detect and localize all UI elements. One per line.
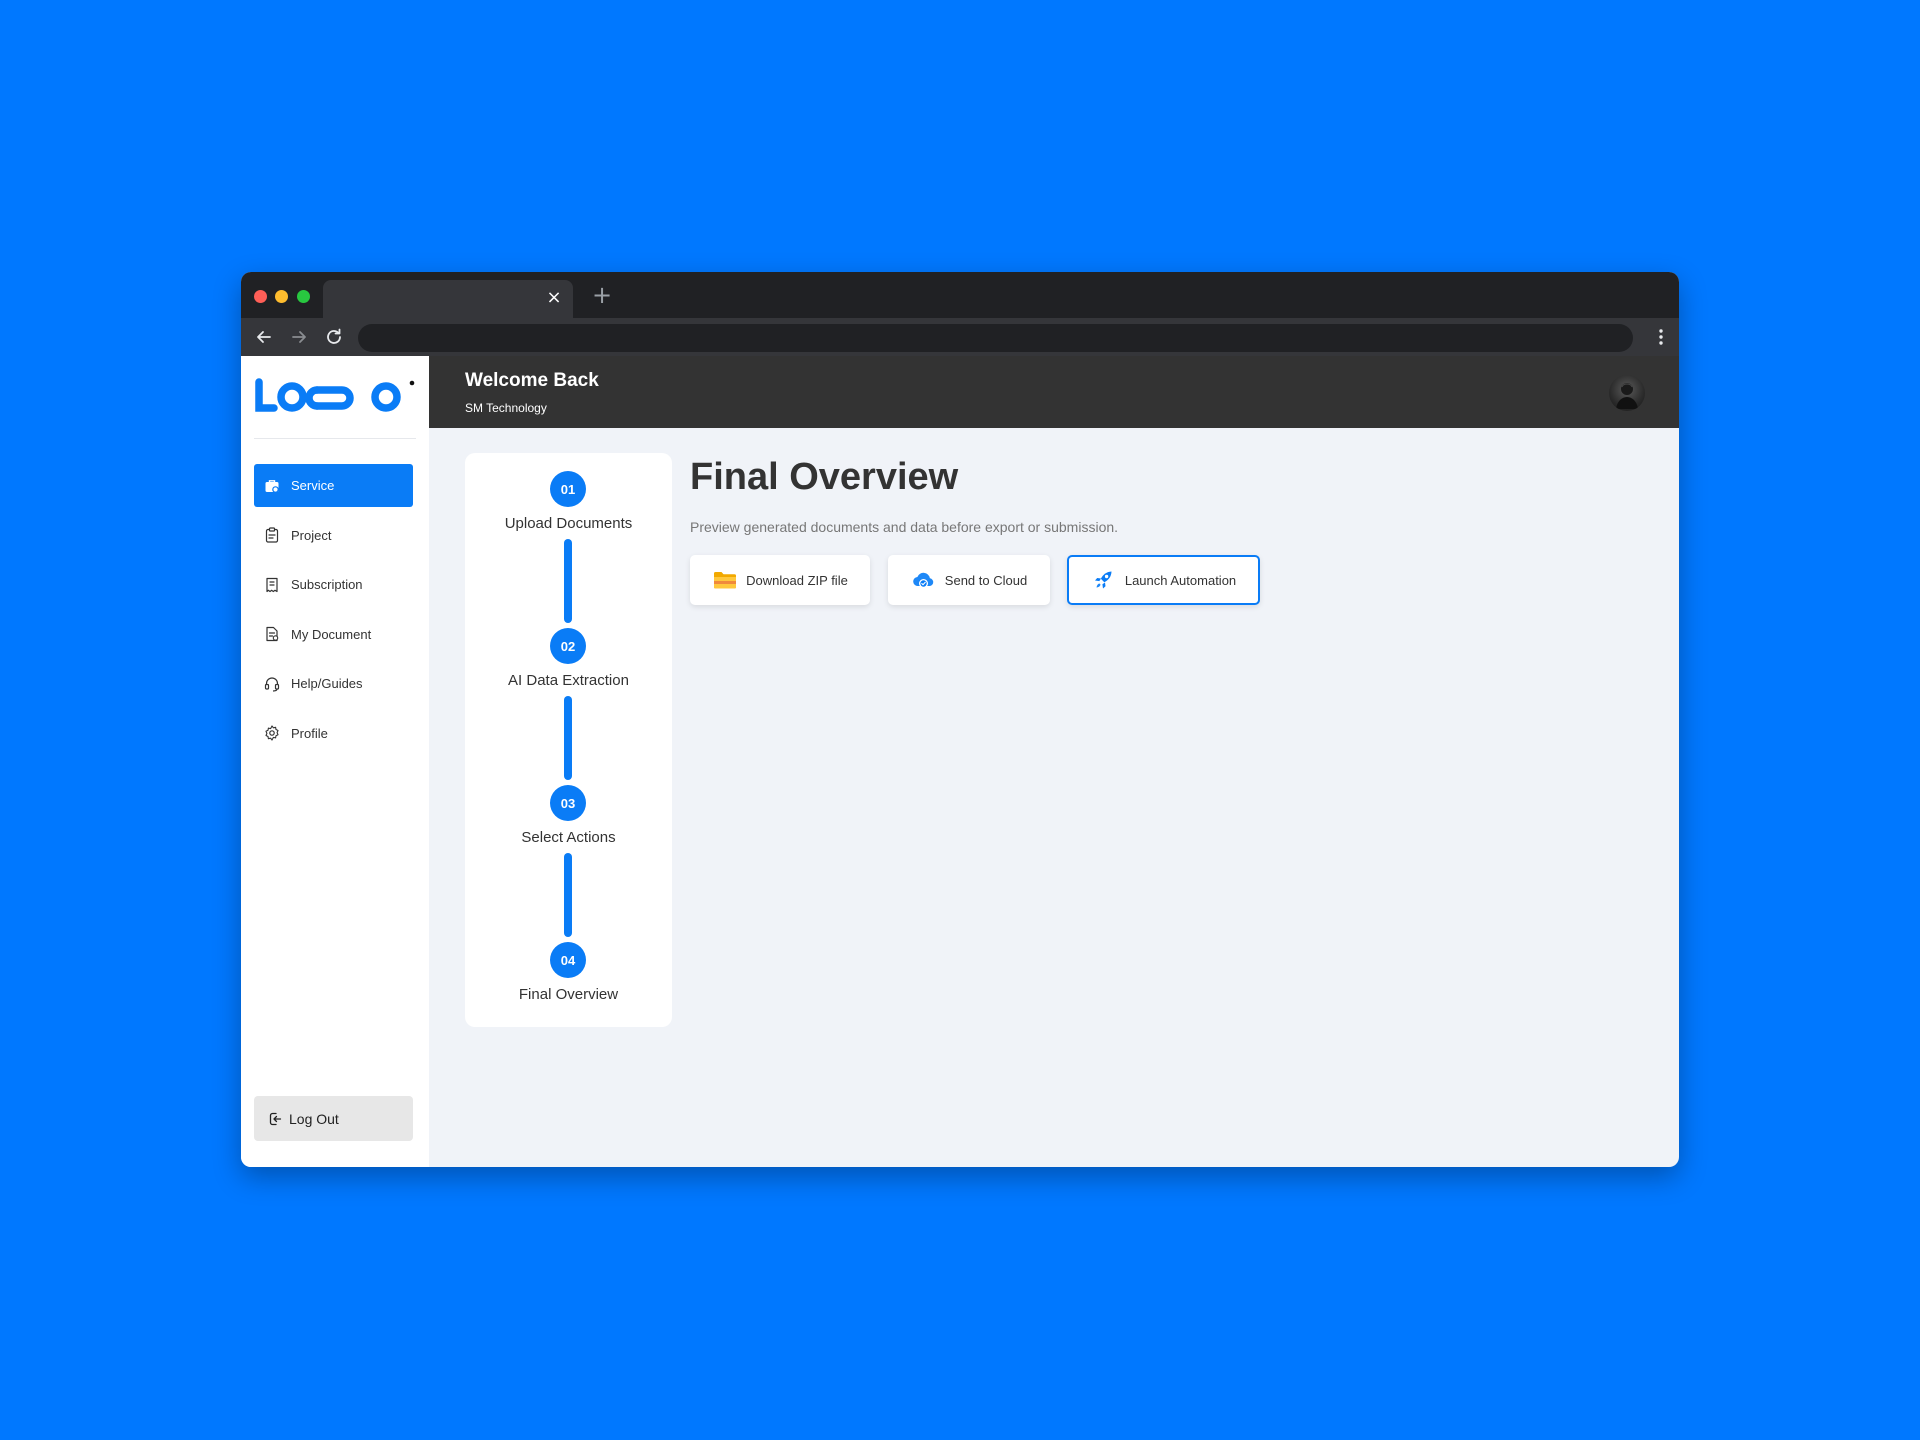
step-connector <box>564 853 572 937</box>
step-connector <box>564 696 572 780</box>
logo[interactable] <box>254 378 416 416</box>
sidebar-item-help-guides[interactable]: Help/Guides <box>254 662 413 705</box>
step-final-overview[interactable]: 04 Final Overview <box>465 942 672 1003</box>
company-name: SM Technology <box>465 401 547 415</box>
address-bar[interactable] <box>358 324 1633 352</box>
welcome-title: Welcome Back <box>465 370 599 391</box>
forward-arrow-icon[interactable] <box>288 326 310 348</box>
page-description: Preview generated documents and data bef… <box>690 519 1119 535</box>
logout-icon <box>269 1112 282 1125</box>
main-content: 01 Upload Documents 02 AI Data Extractio… <box>429 428 1679 1167</box>
avatar[interactable] <box>1609 375 1645 411</box>
maximize-window-button[interactable] <box>297 290 310 303</box>
tab-bar: × + <box>241 272 1679 318</box>
send-to-cloud-button[interactable]: Send to Cloud <box>888 555 1050 605</box>
app: Service Project Subscription My Document… <box>241 356 1679 1167</box>
step-connector <box>564 539 572 623</box>
launch-automation-label: Launch Automation <box>1124 572 1237 588</box>
step-label: AI Data Extraction <box>508 672 629 689</box>
headset-icon <box>264 676 280 692</box>
sidebar-item-label: Help/Guides <box>291 676 363 691</box>
cloud-icon <box>911 567 937 593</box>
progress-stepper: 01 Upload Documents 02 AI Data Extractio… <box>465 453 672 1027</box>
folder-zip-icon <box>712 567 738 593</box>
step-label: Select Actions <box>521 829 616 846</box>
step-number: 02 <box>550 628 586 664</box>
minimize-window-button[interactable] <box>275 290 288 303</box>
close-window-button[interactable] <box>254 290 267 303</box>
step-label: Final Overview <box>518 986 619 1003</box>
sidebar-item-profile[interactable]: Profile <box>254 712 413 755</box>
plus-icon[interactable]: + <box>591 283 613 307</box>
step-number: 04 <box>550 942 586 978</box>
briefcase-icon <box>264 478 280 494</box>
document-icon <box>264 626 280 642</box>
logout-button[interactable]: Log Out <box>254 1096 413 1141</box>
step-ai-data-extraction[interactable]: 02 AI Data Extraction <box>465 628 672 689</box>
sidebar-item-label: Project <box>291 527 332 543</box>
page-title: Final Overview <box>690 456 959 498</box>
back-arrow-icon[interactable] <box>253 326 275 348</box>
browser-toolbar <box>241 318 1679 356</box>
logout-label: Log Out <box>289 1110 339 1127</box>
sidebar-item-label: Subscription <box>291 577 363 592</box>
send-to-cloud-label: Send to Cloud <box>944 572 1028 588</box>
download-zip-button[interactable]: Download ZIP file <box>690 555 870 605</box>
step-number: 03 <box>550 785 586 821</box>
step-select-actions[interactable]: 03 Select Actions <box>465 785 672 846</box>
sidebar-item-subscription[interactable]: Subscription <box>254 563 413 606</box>
sidebar-item-my-document[interactable]: My Document <box>254 613 413 656</box>
launch-automation-button[interactable]: Launch Automation <box>1067 555 1260 605</box>
receipt-icon <box>264 577 280 593</box>
rocket-icon <box>1091 567 1117 593</box>
close-icon[interactable]: × <box>545 289 563 307</box>
step-label: Upload Documents <box>504 515 633 532</box>
reload-icon[interactable] <box>323 326 345 348</box>
sidebar: Service Project Subscription My Document… <box>241 356 429 1167</box>
browser-window: × + Service Project Subscription My Docu… <box>241 272 1679 1167</box>
divider <box>254 438 416 439</box>
gear-icon <box>264 725 280 741</box>
sidebar-item-label: Profile <box>291 725 328 741</box>
sidebar-item-project[interactable]: Project <box>254 514 413 557</box>
sidebar-item-service[interactable]: Service <box>254 464 413 507</box>
download-zip-label: Download ZIP file <box>746 572 848 588</box>
clipboard-icon <box>264 527 280 543</box>
step-upload-documents[interactable]: 01 Upload Documents <box>465 471 672 532</box>
step-number: 01 <box>550 471 586 507</box>
browser-tab[interactable]: × <box>323 280 573 318</box>
sidebar-item-label: My Document <box>291 626 372 642</box>
top-header: Welcome Back SM Technology <box>429 356 1679 428</box>
sidebar-item-label: Service <box>291 478 335 493</box>
sidebar-nav: Service Project Subscription My Document… <box>254 464 413 761</box>
kebab-menu-icon[interactable] <box>1657 326 1665 348</box>
